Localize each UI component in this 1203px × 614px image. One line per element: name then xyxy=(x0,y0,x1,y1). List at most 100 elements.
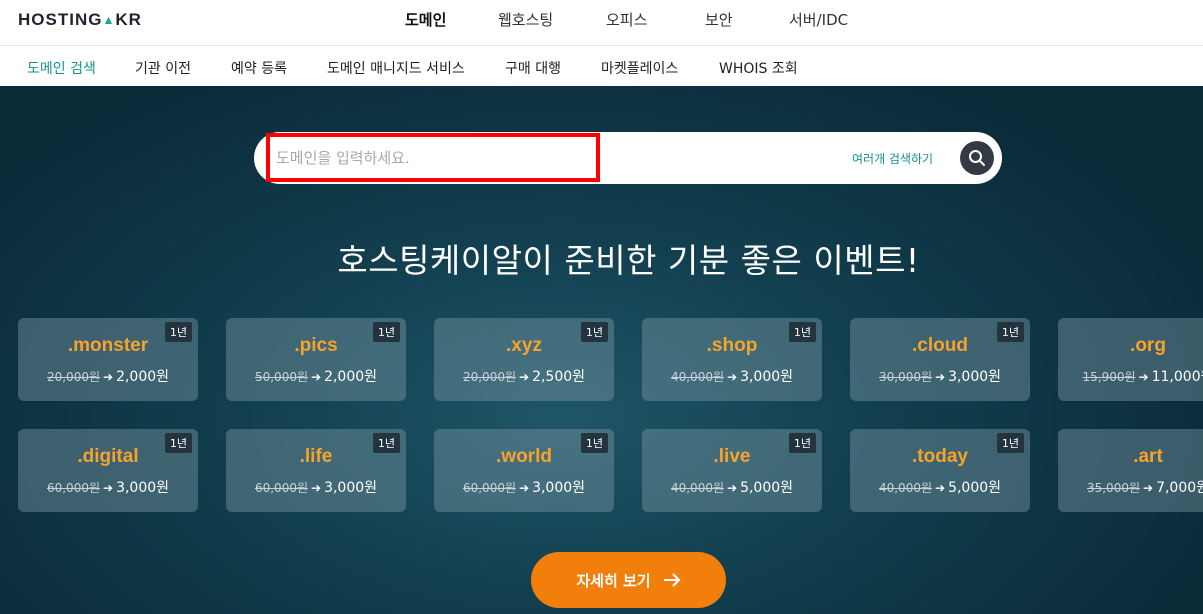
logo-dot: ▲ xyxy=(102,13,116,27)
price-line: 20,000원 ➔ 2,500원 xyxy=(434,366,614,386)
tld-name: .pics xyxy=(294,335,338,356)
view-more-button[interactable]: 자세히 보기 xyxy=(531,552,726,608)
sale-price: 5,000원 xyxy=(948,480,1002,496)
arrow-icon: ➔ xyxy=(519,481,530,495)
sale-price: 5,000원 xyxy=(740,480,794,496)
price-line: 40,000원 ➔ 5,000원 xyxy=(642,477,822,497)
arrow-icon: ➔ xyxy=(935,481,946,495)
arrow-icon: ➔ xyxy=(935,370,946,384)
tld-name: .shop xyxy=(706,335,758,356)
logo[interactable]: HOSTING▲KR xyxy=(18,10,142,30)
domain-event-card[interactable]: 1년 .life 60,000원 ➔ 3,000원 xyxy=(226,429,406,512)
arrow-icon: ➔ xyxy=(103,481,114,495)
original-price: 30,000원 xyxy=(878,370,932,384)
hero-section: 여러개 검색하기 호스팅케이알이 준비한 기분 좋은 이벤트! 1년.monst… xyxy=(0,86,1203,614)
arrow-icon: ➔ xyxy=(1138,370,1149,384)
tld-name: .cloud xyxy=(912,335,968,356)
sale-price: 3,000원 xyxy=(324,480,378,496)
original-price: 50,000원 xyxy=(254,370,308,384)
tld-name: .xyz xyxy=(506,335,542,356)
arrow-right-icon xyxy=(663,573,681,587)
sale-price: 3,000원 xyxy=(532,480,586,496)
tld-name: .monster xyxy=(67,335,149,356)
domain-event-card[interactable]: 1년.org15,900원➔11,000원 xyxy=(1058,318,1203,401)
domain-event-card[interactable]: 1년 .today 40,000원 ➔ 5,000원 xyxy=(850,429,1030,512)
domain-event-card[interactable]: 1년.art35,000원➔7,000원 xyxy=(1058,429,1203,512)
search-icon xyxy=(969,150,985,166)
subnav-transfer[interactable]: 기관 이전 xyxy=(135,58,191,78)
original-price: 60,000원 xyxy=(254,481,308,495)
tld-name: .world xyxy=(496,446,552,467)
sale-price: 2,500원 xyxy=(532,369,586,385)
tld-name: .digital xyxy=(77,446,139,467)
domain-event-card[interactable]: 1년 .live 40,000원 ➔ 5,000원 xyxy=(642,429,822,512)
nav-domain[interactable]: 도메인 xyxy=(405,9,446,30)
price-line: 20,000원 ➔ 2,000원 xyxy=(18,366,198,386)
nav-server-idc[interactable]: 서버/IDC xyxy=(789,9,848,30)
subnav-marketplace[interactable]: 마켓플레이스 xyxy=(601,58,678,78)
tld-name: .life xyxy=(299,446,333,467)
price-line: 60,000원 ➔ 3,000원 xyxy=(18,477,198,497)
sale-price: 3,000원 xyxy=(740,369,794,385)
price-line: 40,000원 ➔ 3,000원 xyxy=(642,366,822,386)
subnav-purchase-agent[interactable]: 구매 대행 xyxy=(505,58,561,78)
nav-webhosting[interactable]: 웹호스팅 xyxy=(498,9,553,30)
price-line: 60,000원 ➔ 3,000원 xyxy=(226,477,406,497)
multi-search-link[interactable]: 여러개 검색하기 xyxy=(852,150,933,167)
logo-suffix: KR xyxy=(115,10,142,29)
subnav-whois[interactable]: WHOIS 조회 xyxy=(719,58,798,78)
price-line: 60,000원 ➔ 3,000원 xyxy=(434,477,614,497)
domain-event-card[interactable]: 1년 .shop 40,000원 ➔ 3,000원 xyxy=(642,318,822,401)
arrow-icon: ➔ xyxy=(727,370,738,384)
domain-event-card[interactable]: 1년 .world 60,000원 ➔ 3,000원 xyxy=(434,429,614,512)
arrow-icon: ➔ xyxy=(519,370,530,384)
tld-name: .live xyxy=(713,446,751,467)
logo-text: HOSTING xyxy=(18,10,103,29)
sale-price: 7,000원 xyxy=(1156,480,1203,496)
sale-price: 2,000원 xyxy=(324,369,378,385)
nav-security[interactable]: 보안 xyxy=(705,9,733,30)
arrow-icon: ➔ xyxy=(311,370,322,384)
sale-price: 11,000원 xyxy=(1151,369,1203,385)
subnav-managed-service[interactable]: 도메인 매니지드 서비스 xyxy=(327,58,465,78)
top-header: HOSTING▲KR 도메인 웹호스팅 오피스 보안 서버/IDC xyxy=(0,0,1203,46)
tld-name: .org xyxy=(1130,335,1166,356)
original-price: 20,000원 xyxy=(462,370,516,384)
price-line: 50,000원 ➔ 2,000원 xyxy=(226,366,406,386)
original-price: 40,000원 xyxy=(878,481,932,495)
price-line: 15,900원➔11,000원 xyxy=(1058,366,1203,386)
original-price: 40,000원 xyxy=(670,481,724,495)
domain-search-input[interactable] xyxy=(276,146,586,170)
price-line: 40,000원 ➔ 5,000원 xyxy=(850,477,1030,497)
view-more-label: 자세히 보기 xyxy=(576,571,651,590)
domain-event-card[interactable]: 1년 .pics 50,000원 ➔ 2,000원 xyxy=(226,318,406,401)
tld-name: .today xyxy=(912,446,968,467)
nav-office[interactable]: 오피스 xyxy=(606,9,647,30)
subnav-domain-search[interactable]: 도메인 검색 xyxy=(27,58,96,78)
sale-price: 3,000원 xyxy=(948,369,1002,385)
original-price: 60,000원 xyxy=(46,481,100,495)
search-button[interactable] xyxy=(960,141,994,175)
arrow-icon: ➔ xyxy=(103,370,114,384)
arrow-icon: ➔ xyxy=(311,481,322,495)
price-line: 35,000원 ➔ 7,000원 xyxy=(1058,477,1203,497)
domain-event-card[interactable]: 1년 .xyz 20,000원 ➔ 2,500원 xyxy=(434,318,614,401)
original-price: 60,000원 xyxy=(462,481,516,495)
subnav-reservation[interactable]: 예약 등록 xyxy=(231,58,287,78)
original-price: 40,000원 xyxy=(670,370,724,384)
domain-event-card[interactable]: 1년 .cloud 30,000원 ➔ 3,000원 xyxy=(850,318,1030,401)
event-headline: 호스팅케이알이 준비한 기분 좋은 이벤트! xyxy=(337,241,920,280)
original-price: 15,900원 xyxy=(1082,370,1136,384)
sale-price: 3,000원 xyxy=(116,480,170,496)
price-line: 30,000원 ➔ 3,000원 xyxy=(850,366,1030,386)
original-price: 35,000원 xyxy=(1086,481,1140,495)
domain-event-card[interactable]: 1년 .digital 60,000원 ➔ 3,000원 xyxy=(18,429,198,512)
arrow-icon: ➔ xyxy=(1143,481,1154,495)
domain-search-box: 여러개 검색하기 xyxy=(254,132,1002,184)
tld-name: .art xyxy=(1133,446,1163,467)
arrow-icon: ➔ xyxy=(727,481,738,495)
domain-event-card[interactable]: 1년 .monster 20,000원 ➔ 2,000원 xyxy=(18,318,198,401)
original-price: 20,000원 xyxy=(46,370,100,384)
sale-price: 2,000원 xyxy=(116,369,170,385)
sub-nav: 도메인 검색 기관 이전 예약 등록 도메인 매니지드 서비스 구매 대행 마켓… xyxy=(0,46,1203,86)
